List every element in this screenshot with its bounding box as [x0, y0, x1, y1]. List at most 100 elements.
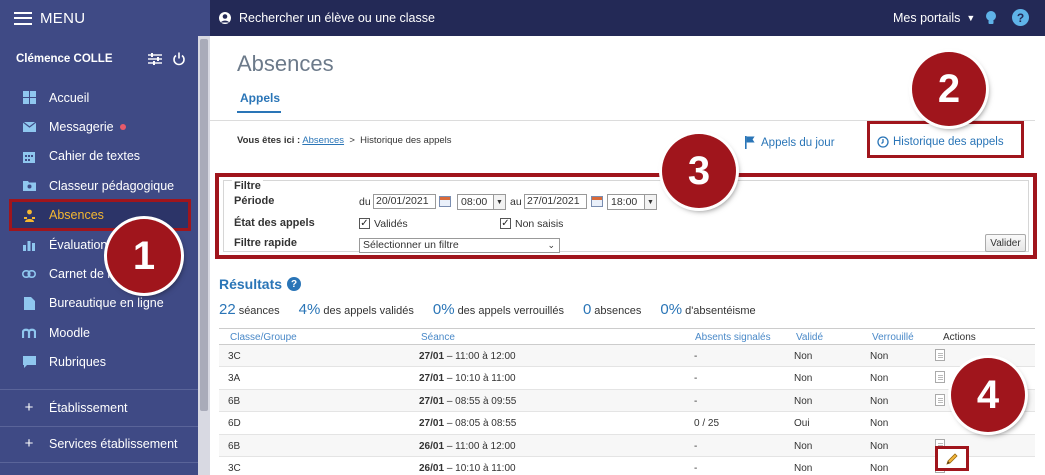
breadcrumb-separator: > — [349, 135, 355, 146]
cell-verrouille: Non — [870, 351, 889, 362]
edit-call-button[interactable] — [935, 446, 969, 471]
cell-classe: 6B — [228, 395, 241, 407]
help-icon[interactable]: ? — [1012, 9, 1029, 26]
sidebar-item-services[interactable]: + Services établissement — [22, 435, 178, 452]
cell-absents: - — [694, 395, 698, 407]
header-absents[interactable]: Absents signalés — [695, 332, 771, 343]
sidebar-item-label: Messagerie — [49, 120, 114, 135]
header-seance[interactable]: Séance — [421, 332, 455, 343]
comment-icon — [22, 355, 36, 369]
cell-verrouille: Non — [870, 395, 889, 407]
stat-number: 0% — [432, 301, 455, 318]
menu-toggle[interactable]: MENU — [0, 0, 210, 36]
sidebar-item-cahier[interactable]: Cahier de textes — [0, 142, 198, 171]
stat-label: des appels verrouillés — [457, 305, 564, 317]
document-icon[interactable] — [935, 393, 945, 406]
table-row: 6B 26/01 – 11:00 à 12:00 - Non Non — [219, 434, 1035, 457]
calendar-picker-icon[interactable] — [439, 196, 451, 207]
stat-valides: 4% des appels validés — [299, 301, 414, 318]
header-classe[interactable]: Classe/Groupe — [230, 332, 297, 343]
time-to-select[interactable]: 18:00 ▼ — [607, 194, 657, 210]
header-actions: Actions — [943, 332, 976, 343]
cell-seance: 27/01 – 10:10 à 11:00 — [419, 373, 516, 384]
table-header: Classe/Groupe Séance Absents signalés Va… — [219, 328, 1035, 345]
cell-date: 27/01 — [419, 373, 445, 385]
date-to-input[interactable]: 27/01/2021 — [524, 194, 587, 209]
annotation-badge-1: 1 — [107, 219, 181, 293]
folder-icon — [22, 179, 36, 193]
sidebar-item-accueil[interactable]: Accueil — [0, 83, 198, 112]
sidebar-item-messagerie[interactable]: Messagerie — [0, 112, 198, 141]
main-content: Absences Appels Vous êtes ici : Absences… — [210, 36, 1037, 475]
lightbulb-icon[interactable] — [985, 10, 997, 26]
valider-button[interactable]: Valider — [985, 234, 1026, 252]
sidebar-scrollbar[interactable] — [198, 36, 210, 475]
cell-date: 26/01 — [419, 440, 445, 452]
stat-seances: 22 séances — [219, 301, 280, 318]
appels-du-jour-label: Appels du jour — [761, 136, 835, 149]
cell-valide: Non — [794, 373, 813, 385]
table-row: 3C 26/01 – 10:10 à 11:00 - Non Non — [219, 457, 1035, 475]
breadcrumb-link-absences[interactable]: Absences — [302, 135, 344, 146]
portals-label: Mes portails — [893, 11, 961, 25]
sidebar-item-label: Évaluation — [49, 237, 108, 252]
moodle-icon — [22, 326, 36, 340]
stat-label: des appels validés — [323, 305, 414, 317]
cell-valide: Non — [794, 395, 813, 407]
cell-date: 26/01 — [419, 462, 445, 474]
portals-dropdown[interactable]: Mes portails ▼ — [893, 0, 975, 36]
filtre-rapide-select[interactable]: Sélectionner un filtre ⌄ — [359, 238, 560, 253]
cell-valide: Non — [794, 440, 813, 452]
cell-absents: - — [694, 351, 698, 362]
cell-time: – 08:05 à 08:55 — [446, 418, 517, 430]
appels-du-jour-link[interactable]: Appels du jour — [745, 136, 835, 149]
stat-label: séances — [238, 305, 280, 317]
header-valide[interactable]: Validé — [796, 332, 823, 343]
sidebar-item-classeur[interactable]: Classeur pédagogique — [0, 171, 198, 200]
calendar-picker-icon[interactable] — [591, 196, 603, 207]
search-student-class[interactable]: Rechercher un élève ou une classe — [218, 0, 435, 36]
time-from-select[interactable]: 08:00 ▼ — [457, 194, 506, 210]
header-verrouille[interactable]: Verrouillé — [872, 332, 914, 343]
dropdown-arrow-icon: ▼ — [644, 195, 656, 209]
scrollbar-thumb[interactable] — [200, 39, 208, 411]
sidebar-item-label: Établissement — [49, 400, 128, 415]
hamburger-icon — [14, 11, 32, 25]
cell-time: – 10:10 à 11:00 — [446, 373, 516, 385]
valides-label: Validés — [374, 218, 408, 230]
filtre-rapide-value: Sélectionner un filtre — [363, 239, 459, 251]
results-stats: 22 séances 4% des appels validés 0% des app… — [219, 301, 775, 318]
time-from-value: 08:00 — [461, 196, 488, 208]
breadcrumb: Vous êtes ici : Absences > Historique de… — [237, 135, 452, 146]
periode-label: Période — [234, 195, 275, 207]
breadcrumb-prefix: Vous êtes ici : — [237, 135, 301, 146]
table-row: 6D 27/01 – 08:05 à 08:55 0 / 25 Oui Non — [219, 412, 1035, 435]
checkbox-non-saisis[interactable]: ✓ — [500, 218, 511, 229]
cell-classe: 3A — [228, 373, 241, 385]
cell-classe: 3C — [228, 462, 241, 474]
dropdown-arrow-icon: ▼ — [493, 195, 505, 209]
checkbox-valides[interactable]: ✓ — [359, 218, 370, 229]
filtre-rapide-label: Filtre rapide — [234, 237, 297, 249]
power-icon[interactable] — [172, 52, 186, 66]
document-icon[interactable] — [935, 371, 945, 384]
settings-sliders-icon[interactable] — [148, 53, 162, 65]
sidebar-item-moodle[interactable]: Moodle — [0, 318, 198, 347]
stat-number: 4% — [298, 301, 321, 318]
sidebar-item-rubriques[interactable]: Rubriques — [0, 348, 198, 377]
time-to-value: 18:00 — [611, 196, 638, 208]
cell-date: 27/01 — [419, 351, 445, 362]
cell-valide: Oui — [794, 418, 810, 430]
sidebar-item-etablissement[interactable]: + Établissement — [22, 399, 128, 416]
date-from-input[interactable]: 20/01/2021 — [373, 194, 436, 209]
cell-time: – 11:00 à 12:00 — [446, 440, 516, 452]
document-icon[interactable] — [935, 349, 945, 361]
help-question-icon[interactable]: ? — [287, 277, 302, 291]
sidebar-item-bureautique[interactable]: Bureautique en ligne — [0, 289, 198, 318]
stat-label: absences — [594, 305, 642, 317]
cell-seance: 27/01 – 08:55 à 09:55 — [419, 396, 516, 407]
tab-appels[interactable]: Appels — [240, 91, 280, 105]
cell-absents: - — [694, 462, 698, 474]
cell-time: – 08:55 à 09:55 — [446, 395, 517, 407]
sidebar-item-label: Rubriques — [49, 355, 106, 370]
